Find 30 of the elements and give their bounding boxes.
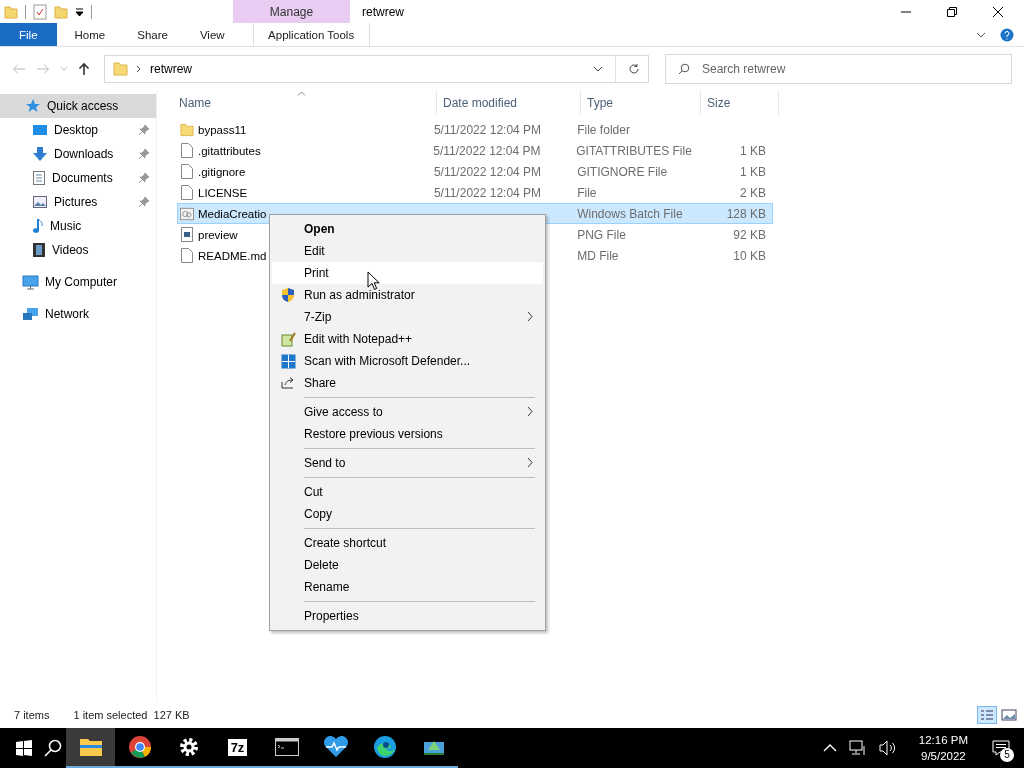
date-cell-text: 5/11/2022 12:04 PM: [432, 185, 543, 200]
file-name: .gitignore: [198, 165, 246, 178]
file-name: preview: [198, 228, 238, 241]
date-cell-text: 5/11/2022 12:04 PM: [432, 164, 543, 179]
notification-badge: 5: [1000, 748, 1014, 762]
size-cell-text: 10 KB: [732, 248, 767, 263]
window-title: retwrew: [361, 3, 404, 21]
type-cell-text: Windows Batch File: [576, 206, 684, 221]
size-cell-text: 128 KB: [725, 206, 767, 221]
file-name: README.md: [198, 249, 267, 262]
type-cell-text: File: [576, 185, 598, 200]
type-cell-text: File folder: [576, 122, 631, 137]
file-name: MediaCreatio: [198, 207, 267, 220]
item-count: 7 items: [14, 709, 50, 721]
file-name: .gitattributes: [198, 144, 261, 157]
size-cell-text: 2 KB: [739, 185, 767, 200]
type-cell-text: MD File: [576, 248, 620, 263]
file-name: bypass11: [198, 123, 247, 136]
size-cell-text: 1 KB: [739, 164, 767, 179]
date-cell-text: 5/11/2022 12:04 PM: [432, 143, 542, 158]
file-name: LICENSE: [198, 186, 248, 199]
type-cell-text: GITIGNORE File: [576, 164, 669, 179]
address-path: retwrew: [150, 62, 192, 76]
manage-tab-header: Manage: [233, 0, 350, 23]
type-cell-text: PNG File: [576, 227, 627, 242]
size-cell-text: 92 KB: [732, 227, 767, 242]
size-cell-text: 1 KB: [739, 143, 767, 158]
date-cell-text: 5/11/2022 12:04 PM: [432, 122, 543, 137]
selection-info: 1 item selected 127 KB: [73, 709, 190, 721]
type-cell-text: GITATTRIBUTES File: [575, 143, 692, 158]
